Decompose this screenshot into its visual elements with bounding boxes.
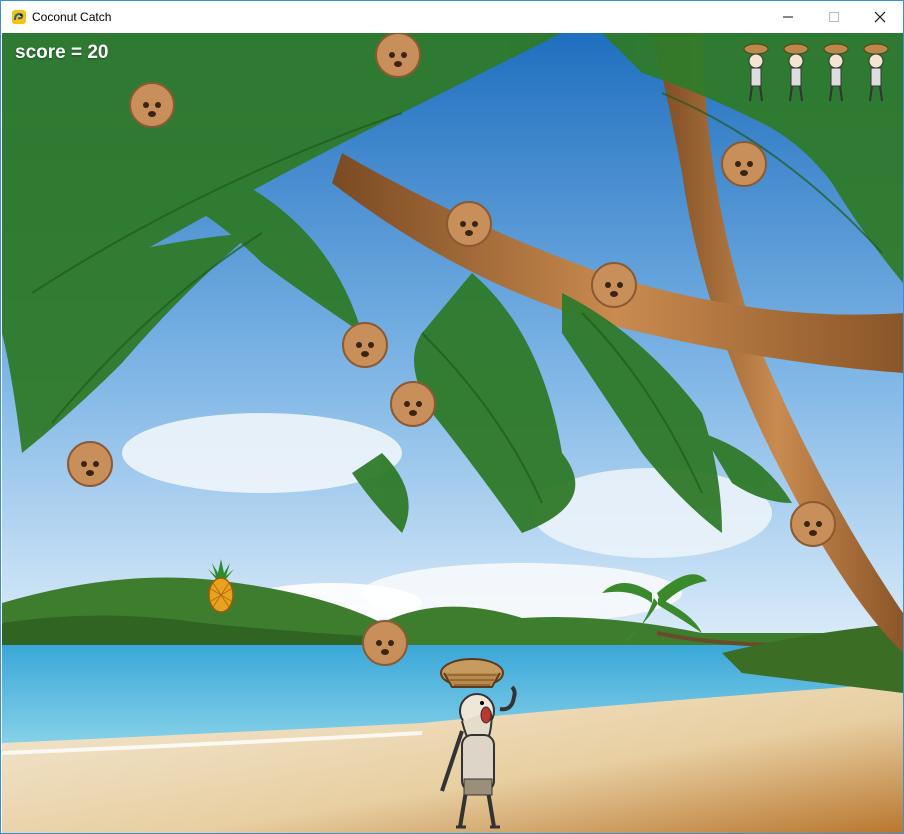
life-icon [823, 43, 849, 102]
coconut-icon [375, 33, 421, 78]
window-title: Coconut Catch [32, 10, 112, 24]
coconut-icon [362, 620, 408, 666]
coconut-icon [342, 322, 388, 368]
game-canvas[interactable]: score = 20 [2, 33, 903, 833]
maximize-icon [829, 12, 839, 22]
score-display: score = 20 [15, 42, 109, 63]
coconut-icon [129, 82, 175, 128]
coconut-icon [721, 141, 767, 187]
game-window: Coconut Catch score = 20 [0, 0, 904, 834]
coconut-icon [390, 381, 436, 427]
pygame-snake-icon [12, 10, 26, 24]
life-icon [743, 43, 769, 102]
minimize-button[interactable] [765, 1, 811, 33]
coconut-icon [790, 501, 836, 547]
life-icon [863, 43, 889, 102]
close-icon [874, 11, 886, 23]
coconut-icon [67, 441, 113, 487]
life-icon [783, 43, 809, 102]
coconut-icon [591, 262, 637, 308]
close-button[interactable] [857, 1, 903, 33]
title-bar[interactable]: Coconut Catch [1, 1, 903, 33]
maximize-button[interactable] [811, 1, 857, 33]
coconut-icon [446, 201, 492, 247]
minimize-icon [783, 16, 793, 18]
pineapple-icon [208, 559, 234, 613]
player-castaway[interactable] [432, 651, 530, 833]
